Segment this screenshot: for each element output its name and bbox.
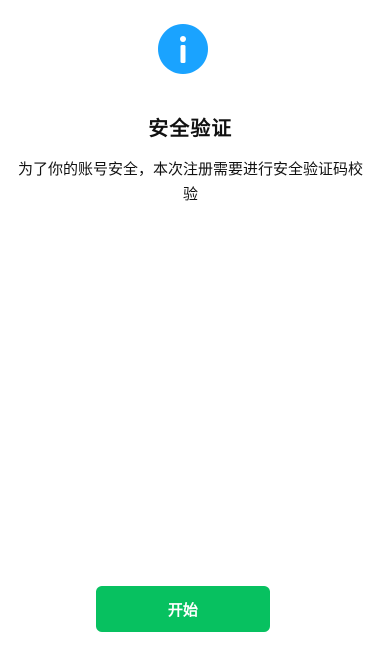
start-button[interactable]: 开始 xyxy=(96,586,270,632)
info-icon xyxy=(158,24,208,74)
info-glyph xyxy=(180,36,186,63)
page-title: 安全验证 xyxy=(148,116,233,140)
security-verification-page: 安全验证 为了你的账号安全，本次注册需要进行安全验证码校验 开始 xyxy=(0,0,381,664)
description-text: 为了你的账号安全，本次注册需要进行安全验证码校验 xyxy=(18,160,364,203)
